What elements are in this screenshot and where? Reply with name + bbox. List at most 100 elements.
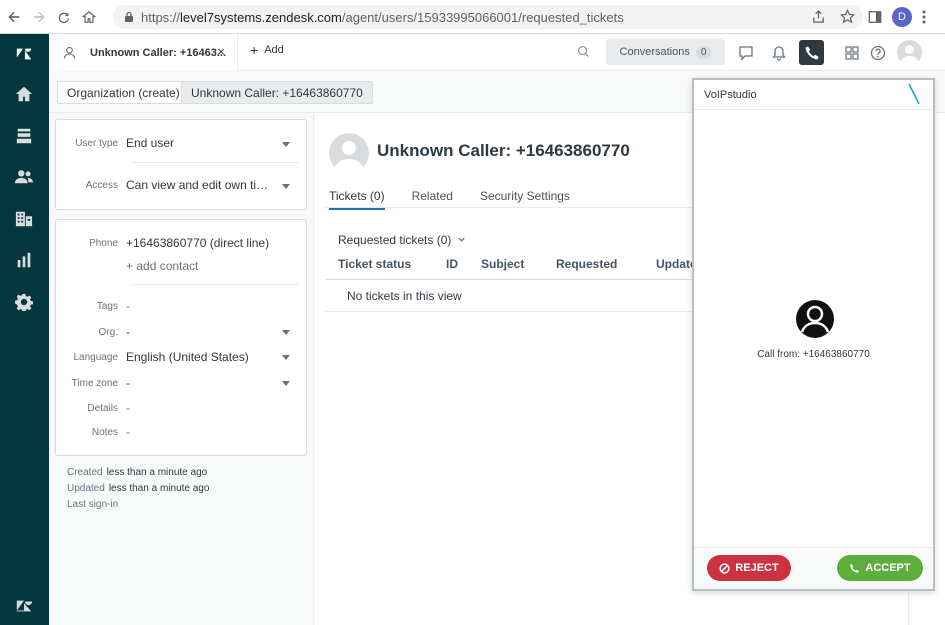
notifications-bell-icon[interactable] <box>766 40 791 65</box>
side-panel-icon[interactable] <box>868 10 882 24</box>
tags-label: Tags <box>96 300 118 312</box>
back-icon[interactable] <box>3 6 25 28</box>
user-type-card: User type End user Access Can view and e… <box>55 119 307 210</box>
created-value: less than a minute ago <box>106 467 208 478</box>
column-id[interactable]: ID <box>446 257 458 271</box>
address-bar[interactable]: https://level7systems.zendesk.com/agent/… <box>113 5 863 29</box>
top-bar: Unknown Caller: +16463... × + Add Conver… <box>49 34 945 71</box>
search-icon[interactable] <box>577 45 590 58</box>
user-type-select[interactable]: End user <box>126 136 174 150</box>
caller-avatar-icon <box>796 300 834 338</box>
updated-meta: Updated less than a minute ago <box>67 483 209 494</box>
organizations-icon[interactable] <box>14 209 34 229</box>
current-user-crumb[interactable]: Unknown Caller: +16463860770 <box>181 81 373 104</box>
phone-row: Phone +16463860770 (direct line) <box>56 236 306 250</box>
profile-avatar[interactable]: D <box>892 7 912 27</box>
chevron-down-icon <box>282 330 290 335</box>
plus-icon: + <box>250 41 259 58</box>
last-signin-label: Last sign-in <box>67 499 119 510</box>
timezone-row[interactable]: Time zone - <box>56 376 306 390</box>
voip-actions: REJECT ACCEPT <box>694 547 933 589</box>
add-contact-link[interactable]: + add contact <box>126 259 198 273</box>
admin-icon[interactable] <box>14 292 34 312</box>
chevron-down-icon <box>282 142 290 147</box>
help-icon[interactable] <box>865 40 890 65</box>
chevron-down-icon <box>282 184 290 189</box>
bookmark-star-icon[interactable] <box>840 9 855 24</box>
notes-row[interactable]: Notes - <box>56 425 306 439</box>
details-label: Details <box>87 402 118 414</box>
chevron-down-icon <box>282 355 290 360</box>
conversations-button[interactable]: Conversations 0 <box>606 39 725 65</box>
add-button[interactable]: + Add <box>250 41 284 58</box>
language-select[interactable]: English (United States) <box>126 350 249 364</box>
accept-button[interactable]: ACCEPT <box>837 555 923 581</box>
column-ticket-status[interactable]: Ticket status <box>338 257 411 271</box>
page-title: Unknown Caller: +16463860770 <box>377 141 630 160</box>
user-type-row[interactable]: User type End user <box>56 136 306 150</box>
reporting-icon[interactable] <box>14 250 34 270</box>
person-icon <box>63 46 76 59</box>
chat-icon[interactable] <box>733 40 758 65</box>
timezone-label: Time zone <box>71 377 118 389</box>
phone-label: Phone <box>89 237 118 249</box>
tags-row[interactable]: Tags - <box>56 299 306 313</box>
column-requested[interactable]: Requested <box>556 257 617 271</box>
add-contact-row: + add contact <box>56 259 306 273</box>
customers-icon[interactable] <box>14 167 34 187</box>
requested-tickets-label: Requested tickets (0) <box>338 233 452 247</box>
updated-value: less than a minute ago <box>108 483 210 494</box>
close-icon[interactable]: × <box>217 44 225 59</box>
lock-icon <box>125 11 133 22</box>
voip-logo-icon <box>908 83 920 105</box>
created-meta: Created less than a minute ago <box>67 467 207 478</box>
chevron-down-icon <box>458 237 465 242</box>
reject-label: REJECT <box>735 562 779 574</box>
notes-input[interactable]: - <box>126 425 130 439</box>
language-label: Language <box>73 351 119 363</box>
accept-label: ACCEPT <box>865 562 911 574</box>
voip-call-panel: VoIPstudio Call from: +16463860770 REJEC… <box>692 78 935 591</box>
ticket-tab[interactable]: Unknown Caller: +16463... × <box>49 34 238 71</box>
apps-grid-icon[interactable] <box>839 40 864 65</box>
tags-input[interactable]: - <box>126 299 130 313</box>
forward-icon[interactable] <box>28 6 50 28</box>
left-nav <box>0 34 49 625</box>
chevron-down-icon <box>282 381 290 386</box>
org-row[interactable]: Org. - <box>56 325 306 339</box>
org-select[interactable]: - <box>126 325 130 339</box>
views-icon[interactable] <box>14 126 34 146</box>
divider <box>132 162 298 163</box>
home-page-icon[interactable] <box>78 6 100 28</box>
home-icon[interactable] <box>14 84 34 104</box>
reload-icon[interactable] <box>53 6 75 28</box>
url-text: https://level7systems.zendesk.com/agent/… <box>141 9 624 25</box>
divider <box>132 284 298 285</box>
organization-create-crumb[interactable]: Organization (create) <box>57 81 190 104</box>
created-label: Created <box>67 467 103 478</box>
voip-header: VoIPstudio <box>694 80 933 110</box>
conversations-count-badge: 0 <box>695 45 712 59</box>
reject-button[interactable]: REJECT <box>707 555 791 581</box>
user-properties-panel: User type End user Access Can view and e… <box>49 113 314 625</box>
zendesk-z-icon[interactable] <box>14 596 34 616</box>
access-row[interactable]: Access Can view and edit own tick... <box>56 178 306 192</box>
timezone-select[interactable]: - <box>126 376 130 390</box>
notes-label: Notes <box>91 426 118 438</box>
phone-value[interactable]: +16463860770 (direct line) <box>126 236 269 250</box>
requested-tickets-dropdown[interactable]: Requested tickets (0) <box>338 233 466 247</box>
agent-avatar[interactable] <box>897 40 922 65</box>
column-subject[interactable]: Subject <box>481 257 524 271</box>
details-input[interactable]: - <box>126 401 130 415</box>
menu-dots-icon[interactable] <box>922 10 926 24</box>
contact-card: Phone +16463860770 (direct line) + add c… <box>55 219 307 456</box>
access-select[interactable]: Can view and edit own tick... <box>126 178 271 192</box>
details-row[interactable]: Details - <box>56 401 306 415</box>
phone-icon[interactable] <box>799 40 824 65</box>
language-row[interactable]: Language English (United States) <box>56 350 306 364</box>
share-icon[interactable] <box>811 9 826 24</box>
call-from-text: Call from: +16463860770 <box>757 349 870 360</box>
zendesk-logo-icon[interactable] <box>14 44 34 64</box>
browser-toolbar: https://level7systems.zendesk.com/agent/… <box>0 0 945 34</box>
voip-title: VoIPstudio <box>704 89 757 101</box>
